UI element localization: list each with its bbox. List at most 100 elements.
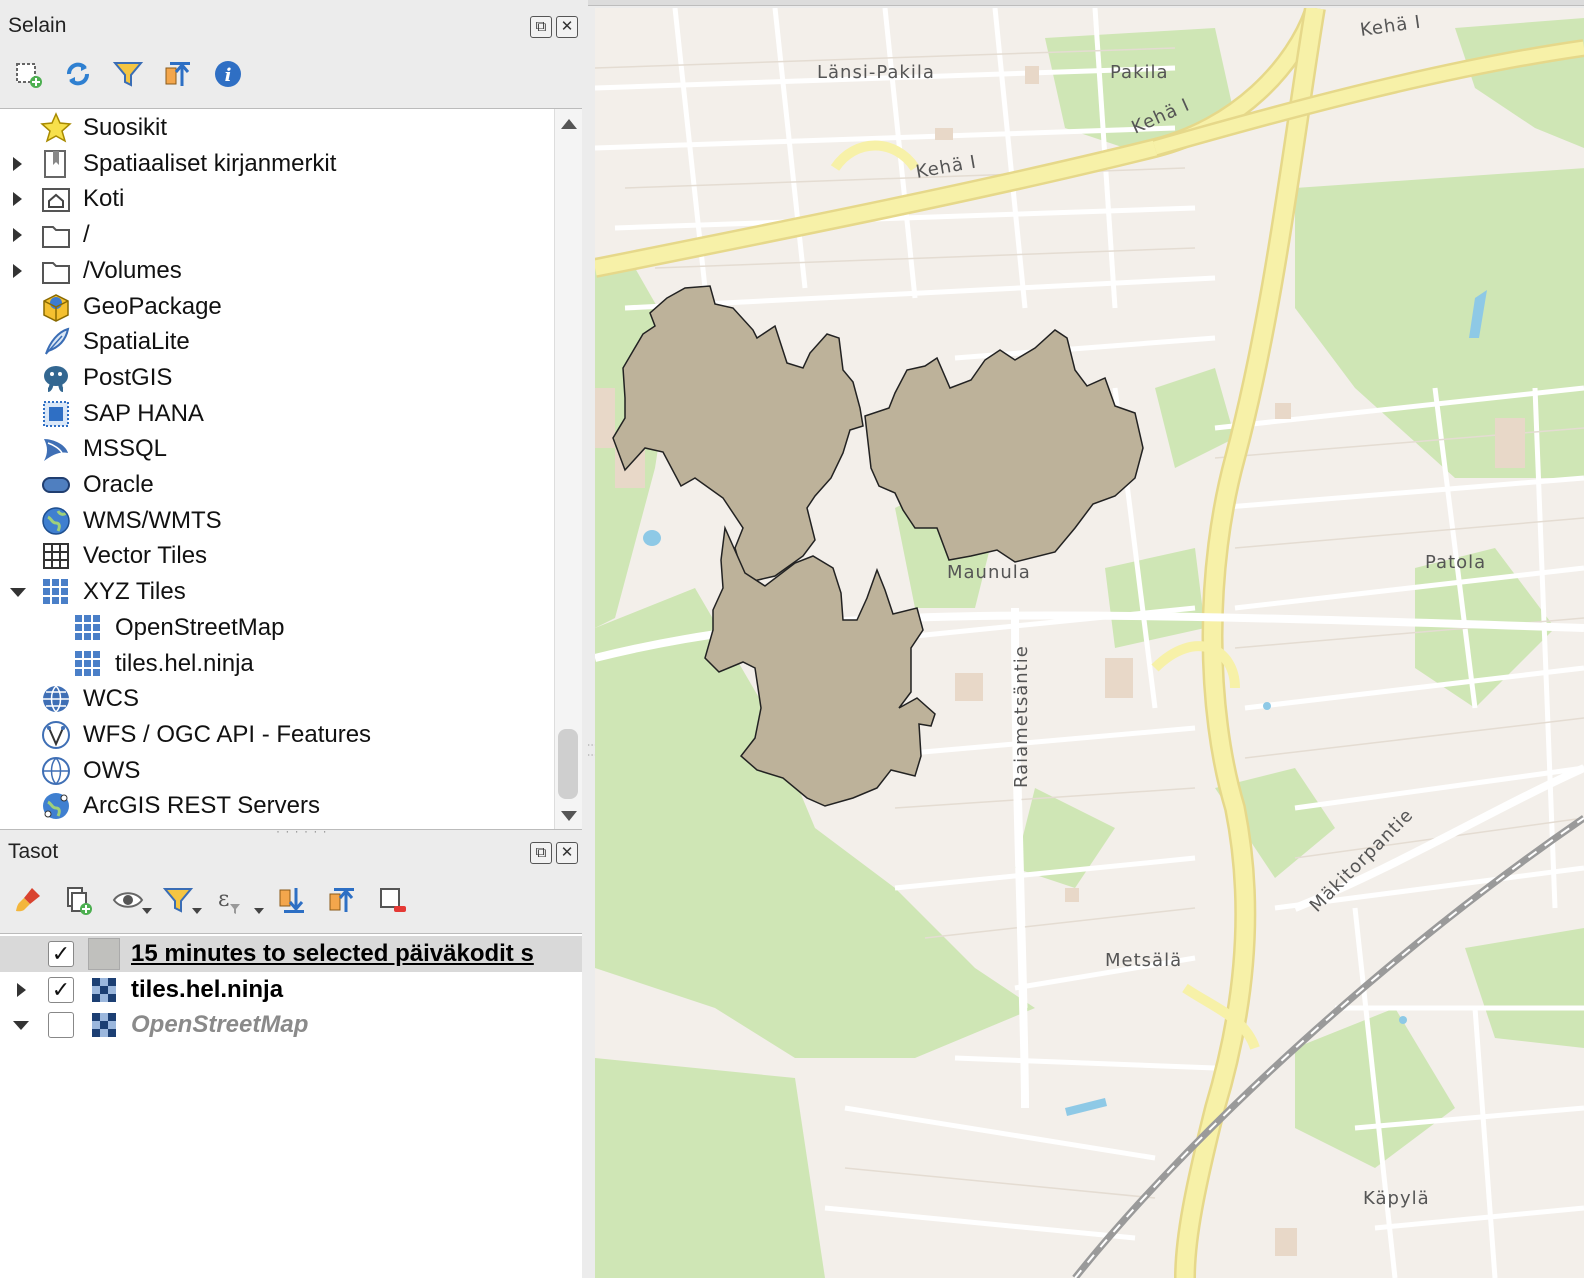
browser-item-oracle[interactable]: Oracle [0, 467, 556, 503]
layers-tree[interactable]: ✓ 15 minutes to selected päiväkodit s ✓ til… [0, 933, 582, 1278]
left-dock: Selain ⧉ ✕ i Suosikit Spatiaaliset kirjan… [0, 0, 597, 1278]
refresh-icon [67, 62, 89, 86]
layer-visibility-checkbox[interactable]: ✓ [48, 941, 74, 967]
close-panel-button[interactable]: ✕ [556, 842, 578, 864]
expression-filter-button[interactable]: ε [210, 882, 264, 918]
browser-item-vector-tiles[interactable]: Vector Tiles [0, 538, 556, 574]
layer-row[interactable]: OpenStreetMap [0, 1007, 582, 1043]
browser-item-xyz-tiles[interactable]: XYZ Tiles [0, 574, 556, 610]
browser-item-openstreetmap[interactable]: OpenStreetMap [0, 610, 556, 646]
browser-item-label: tiles.hel.ninja [115, 649, 254, 677]
browser-item-[interactable]: / [0, 217, 556, 253]
browser-item-wcs[interactable]: WCS [0, 681, 556, 717]
browser-item-label: OpenStreetMap [115, 613, 285, 641]
star-icon [40, 112, 72, 144]
float-panel-button[interactable]: ⧉ [530, 16, 552, 38]
style-button[interactable] [10, 882, 46, 918]
float-panel-button[interactable]: ⧉ [530, 842, 552, 864]
layer-row[interactable]: ✓ tiles.hel.ninja [0, 972, 582, 1008]
place-label-maunula: Maunula [947, 562, 1031, 583]
layer-name: OpenStreetMap [131, 1011, 309, 1039]
add-selected-layers-button[interactable] [10, 56, 46, 92]
browser-item-label: MSSQL [83, 435, 168, 463]
browser-item-tiles-hel-ninja[interactable]: tiles.hel.ninja [0, 646, 556, 682]
layers-panel-title: Tasot [8, 840, 59, 863]
close-panel-button[interactable]: ✕ [556, 16, 578, 38]
chevron-down-icon[interactable] [13, 1021, 29, 1031]
remove-layer-button[interactable] [374, 882, 410, 918]
browser-scrollbar[interactable] [554, 109, 582, 829]
svg-text:i: i [225, 65, 232, 86]
browser-dock-buttons: ⧉ ✕ [530, 16, 578, 38]
browser-item-geopackage[interactable]: GeoPackage [0, 289, 556, 325]
scroll-down-arrow-icon[interactable] [561, 811, 577, 821]
layer-visibility-checkbox[interactable]: ✓ [48, 976, 74, 1003]
chevron-down-icon [142, 908, 152, 914]
chevron-down-icon[interactable] [10, 588, 26, 598]
oracle-icon [40, 469, 72, 501]
browser-item-label: / [83, 221, 90, 249]
collapse-all-button[interactable] [160, 56, 196, 92]
browser-item-label: PostGIS [83, 363, 173, 391]
scrollbar-thumb[interactable] [558, 729, 578, 799]
browser-item-suosikit[interactable]: Suosikit [0, 110, 556, 146]
layer-name: 15 minutes to selected päiväkodit s [131, 940, 534, 967]
collapse-all-icon [329, 888, 354, 912]
browser-item-sap-hana[interactable]: SAP HANA [0, 396, 556, 432]
add-group-icon [67, 887, 92, 915]
browser-item-volumes[interactable]: /Volumes [0, 253, 556, 289]
layers-toolbar: ε [10, 882, 424, 918]
postgis-elephant-icon [40, 362, 72, 394]
chevron-right-icon[interactable] [13, 192, 22, 207]
browser-item-postgis[interactable]: PostGIS [0, 360, 556, 396]
scroll-up-arrow-icon[interactable] [561, 119, 577, 129]
folder-icon [40, 219, 72, 251]
raster-tiles-icon [88, 1009, 120, 1041]
chevron-right-icon[interactable] [13, 228, 22, 243]
expand-all-button[interactable] [274, 882, 310, 918]
bookmark-icon [40, 148, 72, 180]
folder-icon [40, 255, 72, 287]
chevron-right-icon[interactable] [17, 982, 26, 997]
place-label-metsala: Metsälä [1105, 950, 1182, 971]
browser-item-ows[interactable]: OWS [0, 753, 556, 789]
refresh-button[interactable] [60, 56, 96, 92]
filter-button[interactable] [110, 56, 146, 92]
layer-visibility-checkbox[interactable] [48, 1012, 74, 1039]
browser-item-label: Koti [83, 185, 125, 213]
browser-item-spatiaaliset-kirjanmerkit[interactable]: Spatiaaliset kirjanmerkit [0, 146, 556, 182]
chevron-right-icon[interactable] [13, 263, 22, 278]
browser-item-koti[interactable]: Koti [0, 181, 556, 217]
add-selected-layers-icon [16, 63, 42, 88]
collapse-all-layers-button[interactable] [324, 882, 360, 918]
map-canvas[interactable]: Länsi-Pakila Pakila Kehä I Kehä I Kehä I… [595, 8, 1584, 1278]
browser-tree[interactable]: Suosikit Spatiaaliset kirjanmerkit Koti / /V… [0, 108, 582, 830]
expand-all-icon [279, 888, 304, 913]
manage-visibility-button[interactable] [110, 882, 152, 918]
layer-row[interactable]: ✓ 15 minutes to selected päiväkodit s [0, 936, 582, 972]
polygon-symbol-icon [88, 938, 120, 970]
browser-item-wfs-ogc-api-features[interactable]: WFS / OGC API - Features [0, 717, 556, 753]
browser-item-label: /Volumes [83, 256, 182, 284]
browser-item-spatialite[interactable]: SpatiaLite [0, 324, 556, 360]
panel-splitter[interactable]: · · · · · · [276, 824, 328, 838]
browser-item-label: Vector Tiles [83, 542, 208, 570]
browser-item-label: ArcGIS REST Servers [83, 792, 320, 820]
place-label-pakila: Pakila [1110, 62, 1169, 83]
browser-panel-title: Selain [8, 14, 67, 37]
road-label-raiametsantie: Raiametsäntie [1011, 645, 1032, 788]
properties-info-button[interactable]: i [210, 56, 246, 92]
browser-item-wms-wmts[interactable]: WMS/WMTS [0, 503, 556, 539]
browser-item-mssql[interactable]: MSSQL [0, 431, 556, 467]
browser-item-label: WCS [83, 685, 139, 713]
spatialite-feather-icon [40, 326, 72, 358]
visibility-eye-icon [112, 892, 144, 908]
browser-item-arcgis-rest-servers[interactable]: ArcGIS REST Servers [0, 788, 556, 824]
wms-globe-icon [40, 505, 72, 537]
filter-legend-button[interactable] [160, 882, 202, 918]
browser-item-label: WMS/WMTS [83, 506, 222, 534]
chevron-right-icon[interactable] [13, 156, 22, 171]
chevron-down-icon [254, 908, 264, 914]
ows-globe-icon [40, 755, 72, 787]
add-group-button[interactable] [60, 882, 96, 918]
